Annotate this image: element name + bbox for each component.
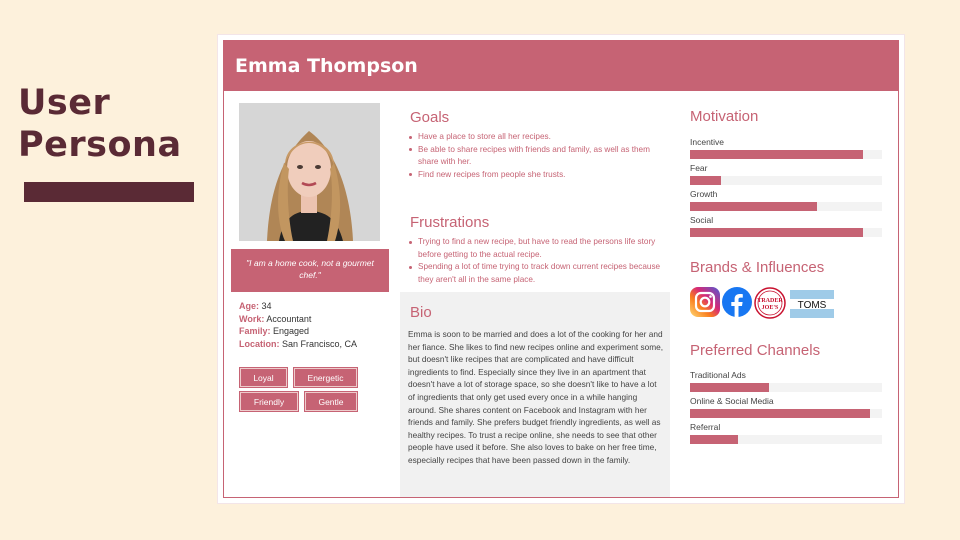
motivation-bar-track	[690, 176, 882, 185]
motivation-bar-label: Social	[690, 215, 714, 225]
goal-item: Have a place to store all her recipes.	[408, 131, 658, 144]
motivation-bar-fill	[690, 150, 863, 159]
channel-bar-label: Referral	[690, 422, 721, 432]
channel-bar-label: Traditional Ads	[690, 370, 746, 380]
channel-bar-fill	[690, 383, 769, 392]
channel-bar-label: Online & Social Media	[690, 396, 774, 406]
channel-bar-track	[690, 409, 882, 418]
brands-title: Brands & Influences	[690, 259, 825, 276]
detail-work: Work: Accountant	[239, 313, 312, 324]
persona-header: Emma Thompson	[224, 41, 898, 91]
bio-section: Bio Emma is soon to be married and does …	[400, 292, 670, 497]
detail-location: Location: San Francisco, CA	[239, 338, 358, 349]
portrait-illustration	[239, 103, 380, 241]
persona-card-border: Emma Thompson "I am a home cook, not a g…	[223, 40, 899, 498]
channel-bar-fill	[690, 435, 738, 444]
channels-title: Preferred Channels	[690, 342, 821, 359]
persona-card: Emma Thompson "I am a home cook, not a g…	[218, 35, 904, 503]
trader-joes-line2: JOE'S	[762, 305, 779, 311]
motivation-title: Motivation	[690, 108, 759, 125]
trait-tag-friendly: Friendly	[240, 392, 298, 411]
frustrations-title: Frustrations	[410, 214, 490, 231]
goal-item: Find new recipes from people she trusts.	[408, 169, 658, 182]
motivation-bar-track	[690, 202, 882, 211]
title-underline-bar	[24, 182, 194, 202]
goals-title: Goals	[410, 109, 450, 126]
channel-bar-track	[690, 435, 882, 444]
slide-title: User Persona	[18, 82, 182, 166]
trait-tag-loyal: Loyal	[240, 368, 287, 387]
channel-bar-fill	[690, 409, 871, 418]
frustration-item: Spending a lot of time trying to track d…	[408, 261, 664, 286]
detail-family: Family: Engaged	[239, 326, 310, 336]
trader-joes-line1: TRADER	[757, 298, 783, 304]
trader-joes-logo: TRADER JOE'S	[754, 287, 786, 324]
motivation-bar-label: Fear	[690, 163, 708, 173]
facebook-icon	[722, 287, 752, 322]
persona-name: Emma Thompson	[235, 55, 418, 77]
slide-title-line1: User	[18, 83, 111, 123]
goals-list: Have a place to store all her recipes. B…	[408, 131, 658, 181]
trait-tag-gentle: Gentle	[305, 392, 357, 411]
frustrations-list: Trying to find a new recipe, but have to…	[408, 236, 664, 286]
slide-title-line2: Persona	[18, 125, 182, 165]
motivation-bar-fill	[690, 228, 863, 237]
motivation-bar-fill	[690, 176, 721, 185]
motivation-bar-label: Incentive	[690, 137, 725, 147]
detail-age: Age: 34	[239, 301, 272, 311]
trait-tag-energetic: Energetic	[294, 368, 357, 387]
frustration-item: Trying to find a new recipe, but have to…	[408, 236, 664, 261]
bio-text: Emma is soon to be married and does a lo…	[408, 329, 664, 465]
motivation-bar-track	[690, 228, 882, 237]
goal-item: Be able to share recipes with friends an…	[408, 144, 658, 169]
toms-text: TOMS	[798, 300, 827, 311]
motivation-bar-fill	[690, 202, 817, 211]
persona-quote: "I am a home cook, not a gourmet chef."	[231, 249, 389, 292]
toms-logo: TOMS	[790, 290, 834, 323]
motivation-bar-track	[690, 150, 882, 159]
channel-bar-track	[690, 383, 882, 392]
bio-title: Bio	[410, 304, 432, 321]
instagram-icon	[690, 287, 720, 322]
persona-details: Age: 34 Work: Accountant Family: Engaged…	[239, 300, 389, 350]
motivation-bar-label: Growth	[690, 189, 718, 199]
persona-photo	[239, 103, 380, 241]
